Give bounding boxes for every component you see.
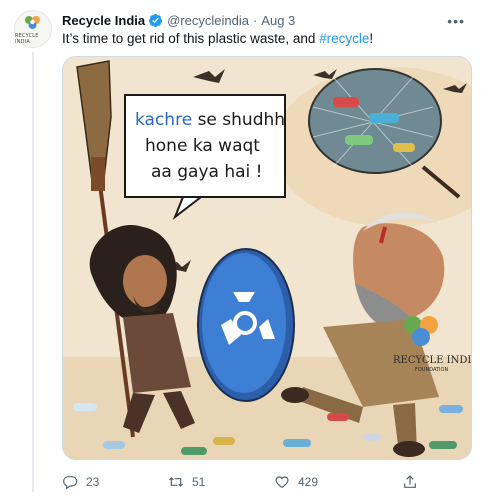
tweet-text: It’s time to get rid of this plastic was… <box>62 31 373 46</box>
share-icon <box>404 475 416 488</box>
share-button[interactable] <box>402 474 426 490</box>
tweet-header: Recycle India @recycleindia · Aug 3 ••• <box>62 11 471 30</box>
shield <box>197 248 295 402</box>
svg-text:kachre se shudhh: kachre se shudhh <box>135 110 285 130</box>
tweet-actions: 23 51 429 <box>62 474 472 494</box>
reply-button[interactable]: 23 <box>62 474 99 490</box>
tweet-text-body: It’s time to get rid of this plastic was… <box>62 31 320 46</box>
account-handle[interactable]: @recycleindia <box>167 13 249 28</box>
avatar[interactable]: RECYCLE INDIA <box>14 10 52 48</box>
verified-badge-icon <box>148 13 163 28</box>
reply-icon <box>63 476 78 490</box>
account-name[interactable]: Recycle India <box>62 13 145 28</box>
bubble-line3: aa gaya hai ! <box>151 162 262 182</box>
tweet-image[interactable]: kachre se shudhh hone ka waqt aa gaya ha… <box>62 56 472 460</box>
retweet-icon <box>168 477 184 487</box>
retweet-button[interactable]: 51 <box>168 474 205 490</box>
thread-line <box>32 52 34 492</box>
reply-count: 23 <box>86 475 100 489</box>
hashtag-link[interactable]: #recycle <box>319 31 369 46</box>
like-button[interactable]: 429 <box>274 474 318 490</box>
recycle-logo-icon <box>25 15 40 29</box>
bubble-line2: hone ka waqt <box>145 136 260 156</box>
logo-sub-text: FOUNDATION <box>415 367 448 373</box>
tweet-date[interactable]: Aug 3 <box>261 13 295 28</box>
separator-dot: · <box>252 12 258 28</box>
bubble-line1: se shudhh <box>192 110 285 130</box>
retweet-count: 51 <box>192 475 206 489</box>
logo-main-text: RECYCLE INDIA <box>393 355 472 366</box>
avatar-text: RECYCLE INDIA <box>15 32 39 45</box>
tweet-card[interactable]: RECYCLE INDIA Recycle India @recycleindi… <box>0 0 481 500</box>
like-count: 429 <box>298 475 319 489</box>
like-icon <box>275 476 289 489</box>
bubble-highlight: kachre <box>135 110 192 130</box>
cartoon-illustration: kachre se shudhh hone ka waqt aa gaya ha… <box>63 57 472 459</box>
tweet-text-end: ! <box>369 31 374 46</box>
more-icon[interactable]: ••• <box>447 13 465 29</box>
